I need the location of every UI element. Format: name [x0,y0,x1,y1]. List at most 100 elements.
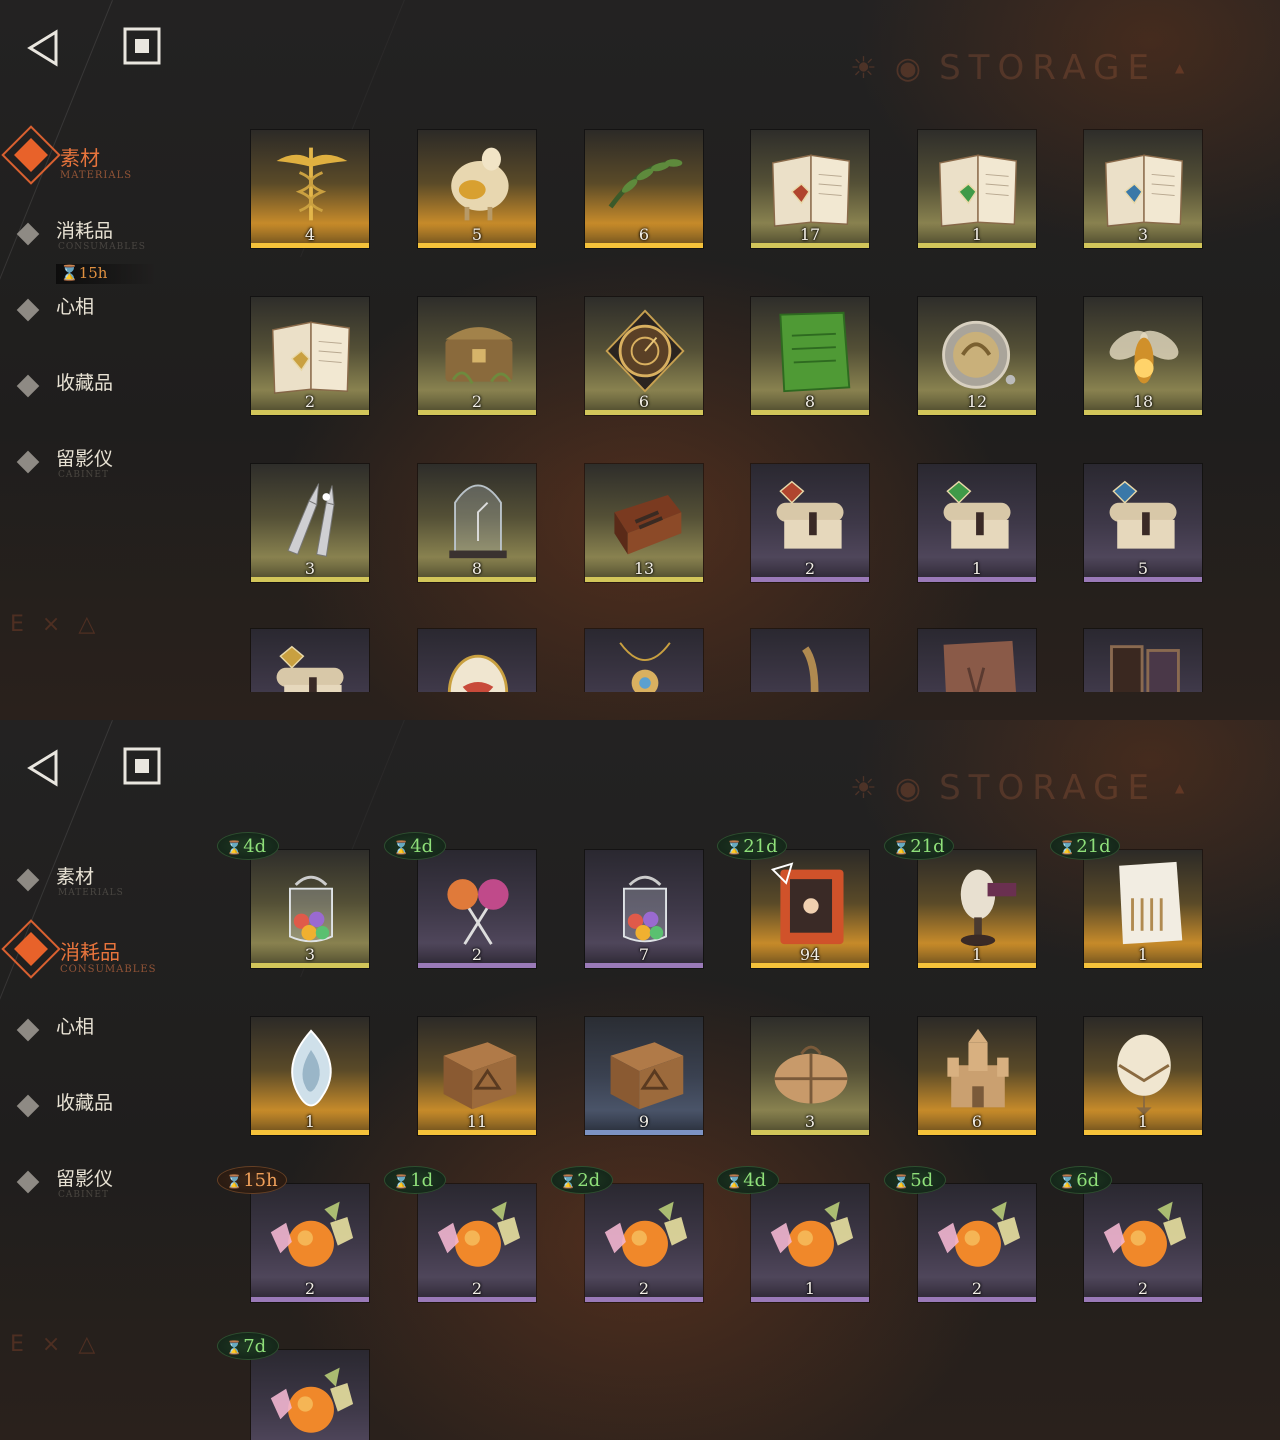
item-count: 3 [1137,225,1149,244]
item-count: 18 [1132,392,1154,411]
item-count: 1 [804,1279,816,1298]
item-slot[interactable]: 2 ⌛2d [551,1166,704,1303]
item-slot[interactable]: 6 [917,1016,1037,1136]
item-slot[interactable]: 8 [417,463,537,583]
category-cabinet[interactable]: 留影仪 CABINET [14,442,214,502]
hourglass-icon: ⌛ [1059,1175,1076,1190]
item-slot[interactable]: 2 ⌛4d [384,832,537,969]
item-count: 2 [471,1279,483,1298]
back-icon[interactable] [22,746,66,790]
menu-square-icon[interactable] [122,746,162,786]
category-materials[interactable]: 素材 MATERIALS [14,860,214,920]
item-slot[interactable]: 9 [584,1016,704,1136]
lollipop-icon [447,879,509,945]
item-row-partial [0,628,1280,692]
item-count: 2 [1137,1279,1149,1298]
item-slot[interactable]: 18 [1083,296,1203,416]
item-slot[interactable]: 2 ⌛1d [384,1166,537,1303]
candies-icon [604,1201,688,1267]
item-count: 94 [799,945,821,964]
category-item-2[interactable]: 心相 [14,290,214,350]
diamond-icon [16,222,40,246]
item-slot[interactable]: 2 [750,463,870,583]
menu-square-icon[interactable] [122,26,162,66]
item-count: 2 [471,945,483,964]
category-item-3[interactable]: 收藏品 [14,1086,214,1146]
hourglass-icon: ⌛ [893,841,910,856]
item-count: 2 [304,392,316,411]
hourglass-icon: ⌛ [226,1341,243,1356]
category-item-3[interactable]: 收藏品 [14,366,214,426]
item-slot[interactable]: 2 [417,296,537,416]
category-cabinet[interactable]: 留影仪 CABINET [14,1162,214,1222]
timer-text: 5d [910,1170,934,1191]
item-slot[interactable]: 1 ⌛21d [884,832,1037,969]
item-count: 4 [304,225,316,244]
category-label: 素材 [56,866,95,888]
timer-text: 15h [243,1170,278,1191]
item-slot[interactable]: 2 ⌛15h [217,1166,370,1303]
category-sublabel: CABINET [58,470,110,480]
category-label: 收藏品 [56,1092,114,1114]
item-slot[interactable] [1083,628,1203,692]
item-slot[interactable]: 3 ⌛4d [217,832,370,969]
parcel-icon [774,1045,848,1104]
category-item-2[interactable]: 心相 [14,1010,214,1070]
gold-scroll-icon [276,645,344,692]
sand-castle-icon [947,1028,1009,1108]
item-slot[interactable]: 6 [584,129,704,249]
item-slot[interactable]: 1 [917,463,1037,583]
item-slot[interactable]: 3 [250,463,370,583]
item-slot[interactable]: 12 [917,296,1037,416]
item-slot[interactable]: 94 ⌛21d [717,832,870,969]
expiry-timer-badge: ⌛1d [384,1166,446,1194]
item-slot[interactable]: 2 ⌛5d [884,1166,1037,1303]
bell-jar-icon [449,484,507,559]
item-slot[interactable]: 11 [417,1016,537,1136]
item-count: 7 [638,945,650,964]
storage-title: STORAGE [939,48,1157,88]
item-slot[interactable]: 13 [584,463,704,583]
item-count: 8 [471,559,483,578]
hourglass-icon: ⌛ [226,1175,243,1190]
item-slot[interactable]: 5 [417,129,537,249]
hourglass-icon: ⌛ [893,1175,910,1190]
item-slot[interactable]: 4 [250,129,370,249]
item-slot[interactable]: 1 [917,129,1037,249]
item-slot[interactable]: 3 [1083,129,1203,249]
firefly-icon [1109,330,1179,384]
item-slot[interactable]: 1 ⌛21d [1050,832,1203,969]
item-slot[interactable]: 6 [584,296,704,416]
item-slot[interactable] [584,628,704,692]
item-slot[interactable]: 5 [1083,463,1203,583]
item-slot[interactable]: 2 [250,296,370,416]
shopping-list-icon [1119,861,1183,945]
back-icon[interactable] [22,26,66,70]
category-consumables[interactable]: 消耗品 CONSUMABLES [1,919,214,994]
item-count: 1 [304,1112,316,1131]
item-count: 2 [471,392,483,411]
item-slot[interactable]: ⌛7d [217,1332,370,1440]
consumables-timer-badge: ⌛15h [56,264,156,284]
item-slot[interactable]: 3 [750,1016,870,1136]
item-slot[interactable]: 7 [584,849,704,969]
category-materials[interactable]: 素材 MATERIALS [1,125,214,200]
category-label: 留影仪 [56,448,114,470]
item-count: 2 [304,1279,316,1298]
item-slot[interactable]: 1 ⌛4d [717,1166,870,1303]
gold-book-icon [272,321,350,394]
storage-panel-materials: ☀ ◉ STORAGE ▲ E×△ 素材 MATERIALS 消耗品 CONSUMAB… [0,0,1280,720]
item-slot[interactable]: 2 ⌛6d [1050,1166,1203,1303]
item-count: 3 [304,559,316,578]
item-slot[interactable]: 1 [250,1016,370,1136]
item-slot[interactable]: 8 [750,296,870,416]
diamond-icon [16,1018,40,1042]
item-slot[interactable]: 1 [1083,1016,1203,1136]
item-count: 6 [638,392,650,411]
item-slot[interactable] [250,628,370,692]
expiry-timer-badge: ⌛6d [1050,1166,1112,1194]
item-slot[interactable] [750,628,870,692]
item-slot[interactable] [417,628,537,692]
item-slot[interactable] [917,628,1037,692]
item-slot[interactable]: 17 [750,129,870,249]
